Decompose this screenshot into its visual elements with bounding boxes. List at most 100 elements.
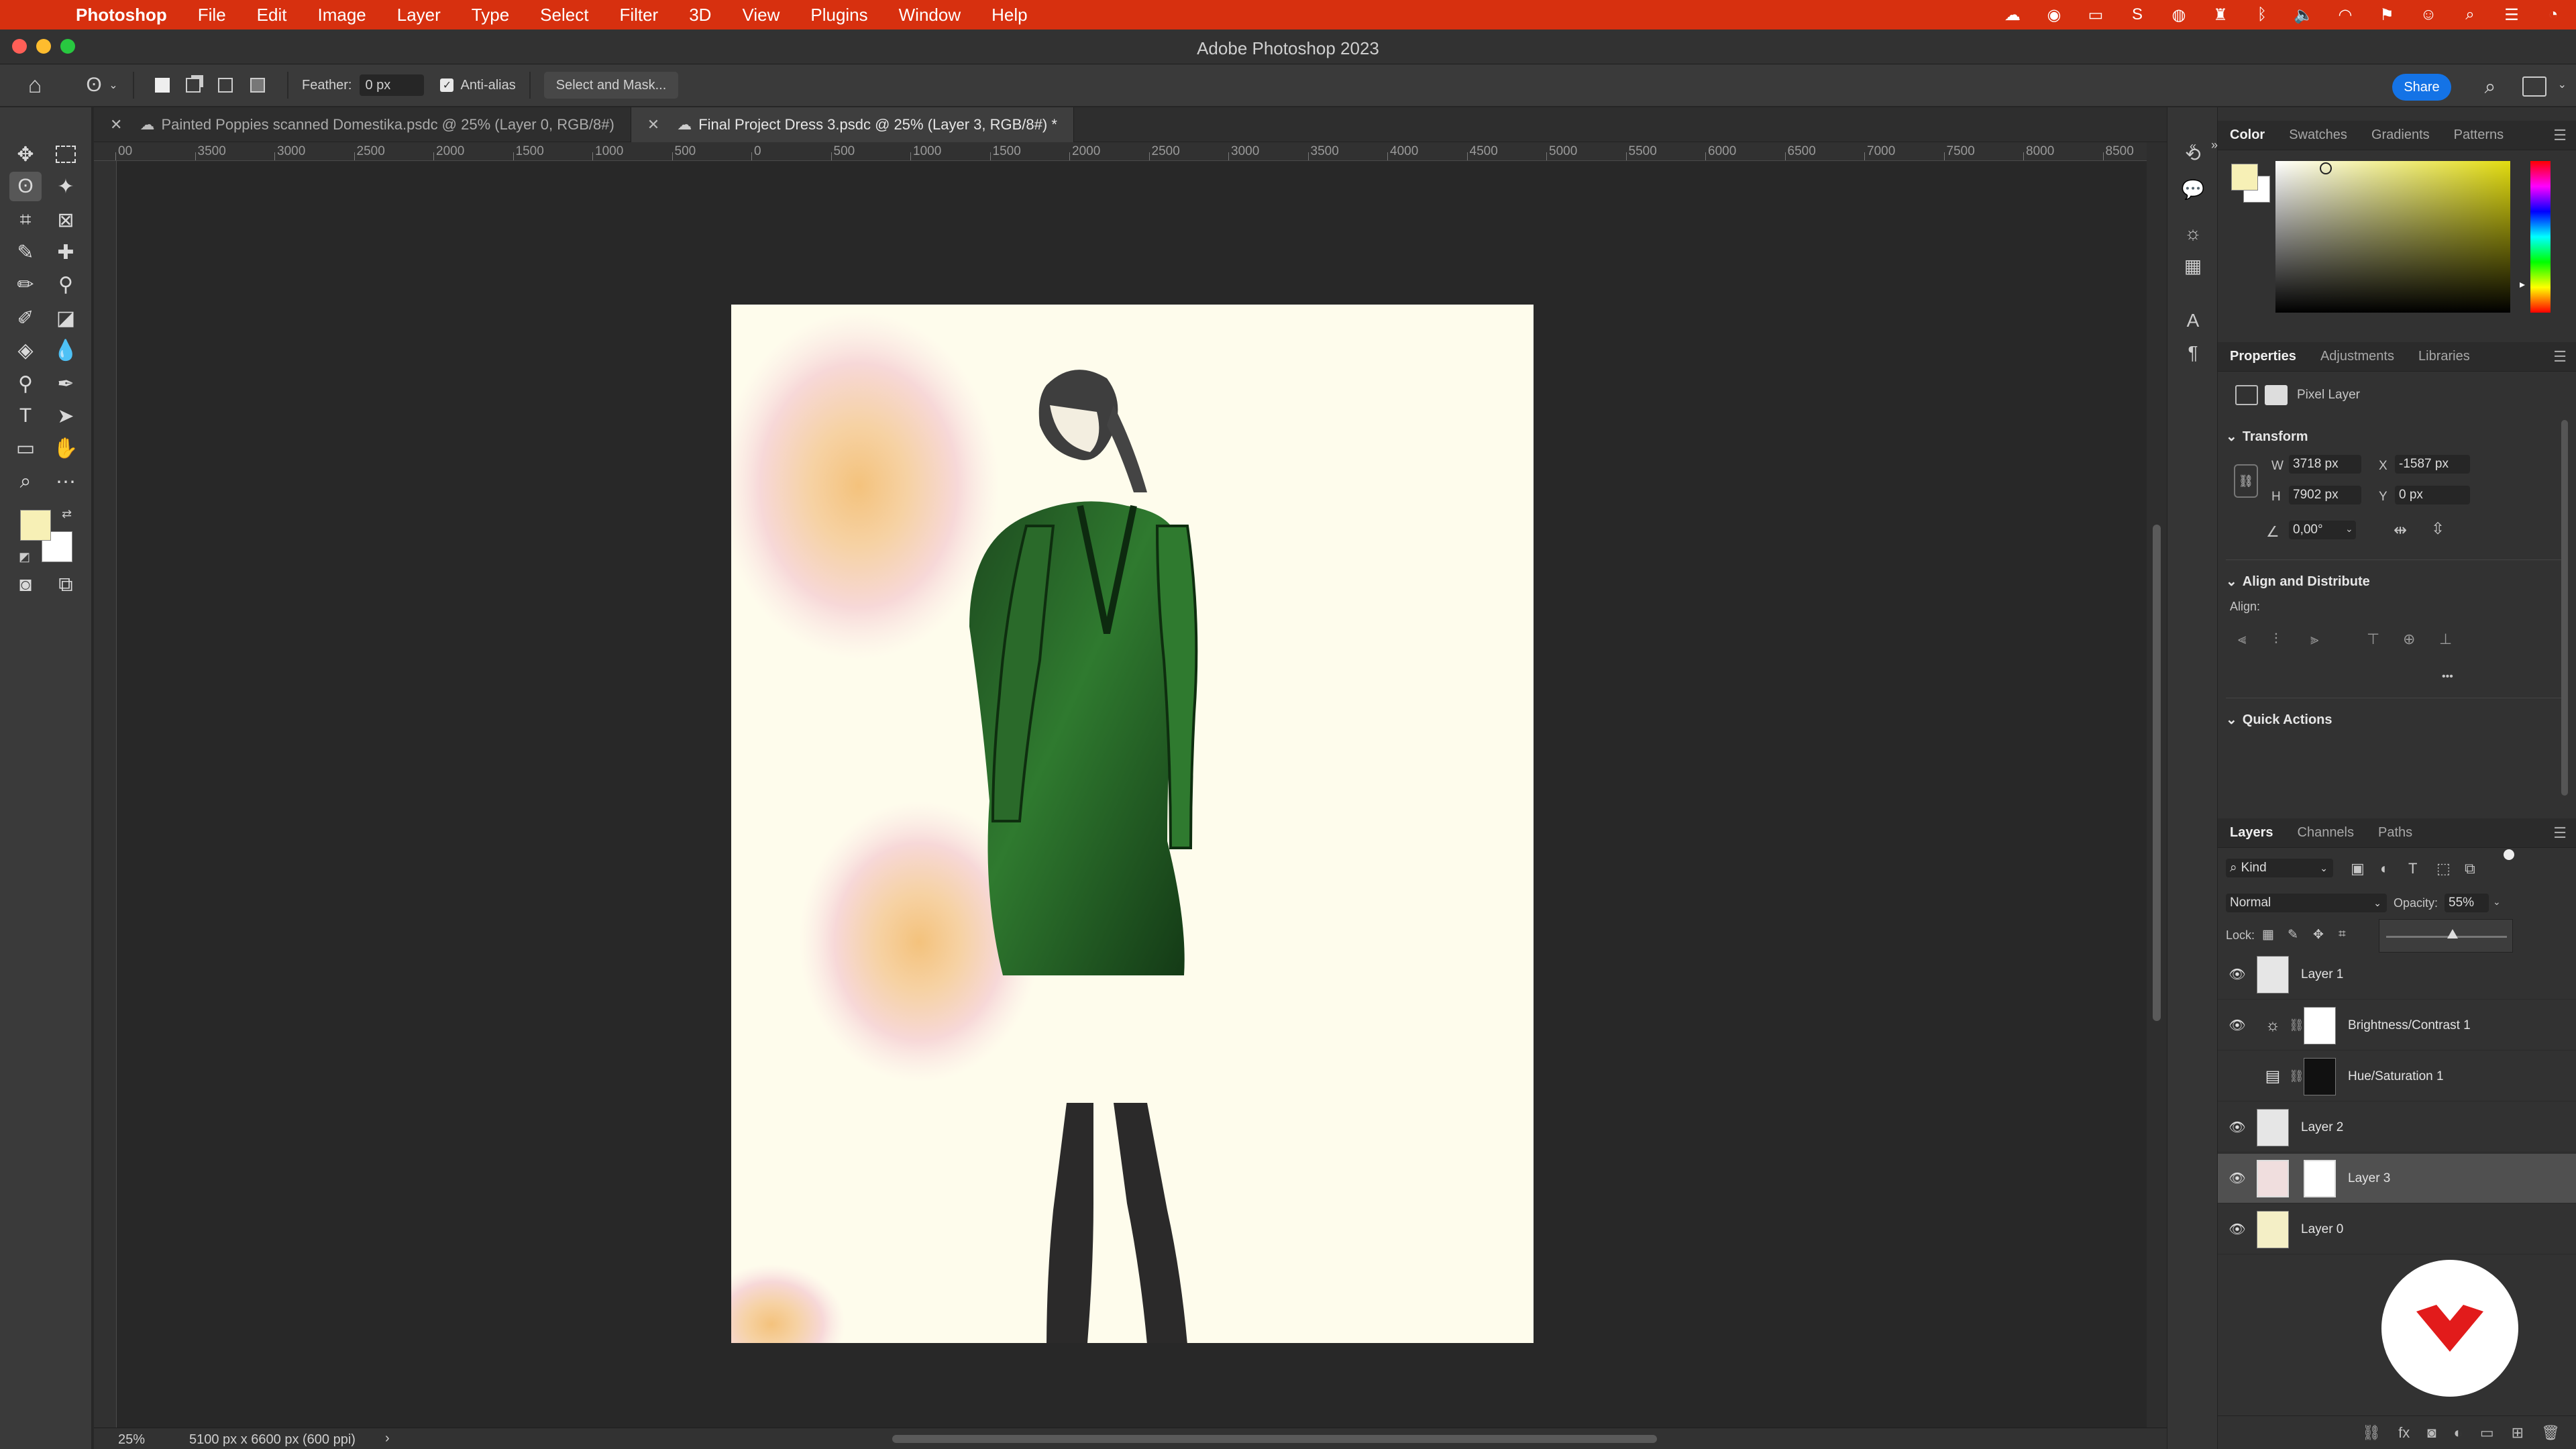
paragraph-icon[interactable]: ¶ <box>2178 338 2208 368</box>
wifi-icon[interactable]: ◠ <box>2336 6 2355 24</box>
layer-row[interactable]: · ▤ ⛓ Hue/Saturation 1 <box>2218 1052 2576 1102</box>
visibility-eye-icon[interactable]: 👁 <box>2218 1170 2257 1187</box>
path-selection-tool-icon[interactable]: ➤ <box>50 401 82 431</box>
adjustment-mask-thumbnail[interactable] <box>2304 1006 2336 1044</box>
align-top-icon[interactable]: ⊤ <box>2367 631 2379 648</box>
screen-icon[interactable]: ▭ <box>2086 6 2105 24</box>
workspace-icon[interactable] <box>2522 76 2546 97</box>
history-brush-tool-icon[interactable]: ✐ <box>9 303 42 333</box>
align-middle-v-icon[interactable]: ⊕ <box>2403 631 2415 648</box>
layer-name[interactable]: Layer 3 <box>2348 1171 2390 1186</box>
tab-libraries[interactable]: Libraries <box>2406 342 2482 372</box>
zoom-tool-icon[interactable]: ⌕ <box>9 467 42 496</box>
properties-scrollbar[interactable] <box>2561 420 2568 796</box>
new-layer-icon[interactable]: ⊞ <box>2512 1424 2524 1442</box>
new-group-icon[interactable]: ▭ <box>2480 1424 2494 1442</box>
layer-name[interactable]: Layer 2 <box>2301 1120 2343 1135</box>
opacity-slider-thumb[interactable] <box>2447 929 2458 938</box>
visibility-eye-icon[interactable]: 👁 <box>2218 1119 2257 1136</box>
quick-actions-header[interactable]: ⌄ Quick Actions <box>2226 711 2332 728</box>
vertical-scrollbar[interactable] <box>2147 142 2167 1428</box>
menu-view[interactable]: View <box>727 5 795 25</box>
add-mask-icon[interactable]: ◙ <box>2427 1424 2436 1442</box>
vertical-ruler[interactable] <box>94 161 117 1428</box>
filter-type-icon[interactable]: T <box>2408 860 2417 877</box>
share-button[interactable]: Share <box>2392 74 2451 101</box>
tab-properties[interactable]: Properties <box>2218 342 2308 372</box>
layer-row-selected[interactable]: 👁 Layer 3 <box>2218 1154 2576 1203</box>
visibility-eye-icon[interactable]: 👁 <box>2218 966 2257 983</box>
flip-vertical-icon[interactable]: ⇳ <box>2431 519 2445 539</box>
healing-brush-tool-icon[interactable]: ✚ <box>50 237 82 267</box>
tab-swatches[interactable]: Swatches <box>2277 121 2359 150</box>
filter-adjustment-icon[interactable]: ◐ <box>2380 860 2389 877</box>
layer-name[interactable]: Hue/Saturation 1 <box>2348 1069 2444 1084</box>
swap-colors-icon[interactable]: ⇄ <box>62 507 72 521</box>
menu-plugins[interactable]: Plugins <box>795 5 883 25</box>
histogram-icon[interactable]: ▦ <box>2178 251 2208 280</box>
magic-wand-tool-icon[interactable]: ✦ <box>50 172 82 201</box>
layer-name[interactable]: Brightness/Contrast 1 <box>2348 1018 2471 1033</box>
menu-filter[interactable]: Filter <box>604 5 674 25</box>
layer-row[interactable]: 👁 Layer 0 <box>2218 1205 2576 1254</box>
document-canvas[interactable] <box>731 305 1534 1343</box>
frame-tool-icon[interactable]: ⊠ <box>50 205 82 235</box>
filter-smart-object-icon[interactable]: ⧉ <box>2465 860 2475 877</box>
width-field[interactable]: 3718 px <box>2289 455 2361 474</box>
opacity-slider-track[interactable] <box>2386 936 2507 938</box>
quick-mask-icon[interactable]: ◙ <box>9 570 42 600</box>
align-bottom-icon[interactable]: ⊥ <box>2439 631 2452 648</box>
select-and-mask-button[interactable]: Select and Mask... <box>543 72 679 99</box>
layer-mask-thumbnail[interactable] <box>2304 1159 2336 1197</box>
lock-transparent-icon[interactable]: ▦ <box>2262 927 2274 943</box>
mask-link-icon[interactable]: ⛓ <box>2289 1069 2304 1083</box>
panel-menu-icon[interactable]: ☰ <box>2553 127 2567 144</box>
menu-3d[interactable]: 3D <box>674 5 727 25</box>
layer-row[interactable]: 👁 Layer 2 <box>2218 1103 2576 1152</box>
home-icon[interactable]: ⌂ <box>15 72 55 99</box>
chrome-icon[interactable]: ◍ <box>2169 6 2188 24</box>
lock-image-icon[interactable]: ✎ <box>2288 927 2298 943</box>
clock-icon[interactable]: ◔ <box>2544 5 2563 23</box>
brightness-icon[interactable]: ☼ <box>2178 219 2208 248</box>
lasso-tool-icon[interactable]: ʘ <box>9 172 42 201</box>
color-fg-swatch[interactable] <box>2231 164 2258 191</box>
menu-image[interactable]: Image <box>302 5 381 25</box>
feather-input[interactable]: 0 px <box>360 74 425 96</box>
tab-final-project-dress[interactable]: ✕ ☁ Final Project Dress 3.psdc @ 25% (La… <box>631 107 1074 142</box>
hue-slider-handle[interactable]: ▸ <box>2520 278 2525 291</box>
delete-layer-icon[interactable]: 🗑 <box>2541 1424 2560 1442</box>
status-icon[interactable]: ◉ <box>2045 6 2063 24</box>
default-colors-icon[interactable]: ◩ <box>19 550 30 564</box>
add-selection-icon[interactable] <box>177 78 209 93</box>
y-field[interactable]: 0 px <box>2395 486 2470 504</box>
layer-mask-icon[interactable] <box>2265 385 2288 405</box>
tab-layers[interactable]: Layers <box>2218 818 2286 848</box>
volume-icon[interactable]: 🔈 <box>2294 6 2314 24</box>
more-tools-icon[interactable]: ⋯ <box>50 467 82 496</box>
control-center-icon[interactable]: ☰ <box>2502 6 2521 24</box>
type-tool-icon[interactable]: T <box>9 401 42 431</box>
horizontal-ruler[interactable]: 00 3500 3000 2500 2000 1500 1000 500 0 500 1000 150… <box>94 142 2147 161</box>
new-selection-icon[interactable] <box>148 78 177 93</box>
color-picker-cursor[interactable] <box>2320 162 2332 174</box>
vertical-scroll-thumb[interactable] <box>2153 525 2161 1021</box>
spotlight-icon[interactable]: ⌕ <box>2461 5 2479 23</box>
align-right-icon[interactable]: ⫸ <box>2310 631 2318 648</box>
search-icon[interactable]: ⌕ <box>2477 74 2504 101</box>
visibility-eye-icon[interactable]: 👁 <box>2218 1221 2257 1238</box>
filter-shape-icon[interactable]: ⬚ <box>2436 860 2451 877</box>
eyedropper-tool-icon[interactable]: ✎ <box>9 237 42 267</box>
user-icon[interactable]: ☺ <box>2419 5 2438 23</box>
marquee-tool-icon[interactable] <box>50 140 82 169</box>
creative-cloud-icon[interactable]: ☁ <box>2003 6 2022 24</box>
bluetooth-icon[interactable]: ᛒ <box>2253 5 2271 23</box>
opacity-chevron-icon[interactable]: ⌄ <box>2493 896 2501 908</box>
screen-mode-icon[interactable]: ⧉ <box>50 570 82 600</box>
height-field[interactable]: 7902 px <box>2289 486 2361 504</box>
lock-artboard-icon[interactable]: ⌗ <box>2339 927 2346 942</box>
transform-header[interactable]: ⌄ Transform <box>2226 428 2308 445</box>
intersect-selection-icon[interactable] <box>241 78 274 93</box>
dodge-tool-icon[interactable]: ⚲ <box>9 369 42 398</box>
menu-help[interactable]: Help <box>976 5 1042 25</box>
